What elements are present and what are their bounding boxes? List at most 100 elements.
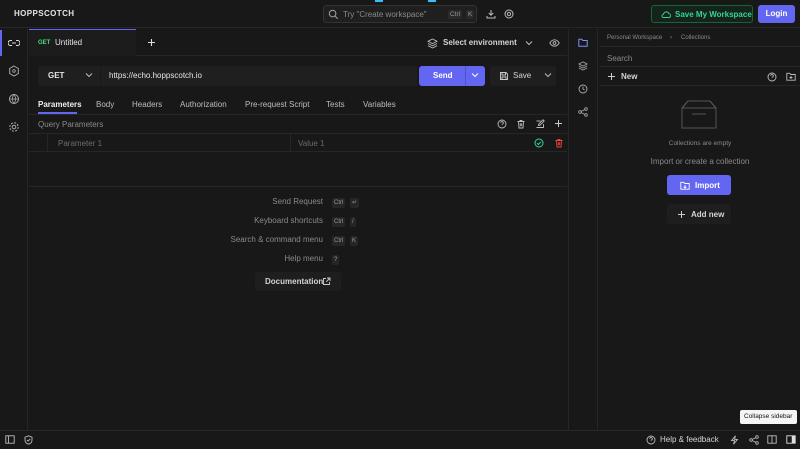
plus-icon xyxy=(607,72,616,81)
save-options-chevron-icon[interactable] xyxy=(544,72,552,78)
tab-tests[interactable]: Tests xyxy=(326,100,345,109)
documentation-label: Documentation xyxy=(265,277,324,286)
share-icon[interactable] xyxy=(749,435,759,445)
search-placeholder: Try "Create workspace" xyxy=(343,10,427,19)
empty-state-hint: Import or create a collection xyxy=(650,157,750,166)
shortcut-label: Keyboard shortcuts xyxy=(254,216,323,225)
add-new-label: Add new xyxy=(691,210,725,219)
query-parameters-title: Query Parameters xyxy=(38,120,104,129)
help-circle-icon[interactable] xyxy=(767,72,777,82)
param-key-input[interactable]: Parameter 1 xyxy=(58,139,102,148)
method-value: GET xyxy=(48,71,65,80)
help-feedback-button[interactable]: Help & feedback xyxy=(660,435,719,444)
tab-method-badge: GET xyxy=(38,40,51,46)
param-value-input[interactable]: Value 1 xyxy=(298,139,325,148)
shortcut-key: Ctrl xyxy=(448,10,463,19)
chevron-down-icon xyxy=(85,72,93,78)
save-disk-icon xyxy=(499,71,509,81)
new-tab-plus-icon[interactable] xyxy=(147,38,156,47)
send-options-chevron-icon[interactable] xyxy=(471,72,479,78)
sidebar-toggle-icon[interactable] xyxy=(5,435,15,444)
delete-param-trash-icon[interactable] xyxy=(554,138,564,148)
tab-authorization[interactable]: Authorization xyxy=(180,100,227,109)
send-label: Send xyxy=(433,71,453,80)
empty-state-label: Collections are empty xyxy=(668,140,732,147)
import-label: Import xyxy=(695,181,720,190)
send-divider xyxy=(465,66,466,86)
check-circle-icon[interactable] xyxy=(534,138,544,148)
shortcut-label: Help menu xyxy=(284,254,323,263)
divider xyxy=(599,85,800,86)
shortcut-label: Search & command menu xyxy=(230,235,324,244)
chevron-down-icon[interactable] xyxy=(525,40,533,46)
breadcrumb-separator: › xyxy=(670,35,672,41)
shortcut-key: K xyxy=(466,10,475,19)
tab-title: Untitled xyxy=(55,38,83,47)
download-icon[interactable] xyxy=(486,9,496,19)
graphql-icon[interactable] xyxy=(8,65,20,77)
param-row-divider xyxy=(47,134,48,151)
support-icon[interactable] xyxy=(504,9,514,19)
tab-variables[interactable]: Variables xyxy=(363,100,396,109)
collections-search-input[interactable]: Search xyxy=(607,54,632,63)
trash-icon[interactable] xyxy=(516,119,526,129)
split-layout-icon[interactable] xyxy=(767,435,777,444)
eye-icon[interactable] xyxy=(549,39,560,47)
folder-download-icon xyxy=(680,181,690,190)
tooltip-label: Collapse sidebar xyxy=(744,413,793,420)
share-icon[interactable] xyxy=(578,107,588,117)
search-icon xyxy=(328,9,339,20)
rail-active-indicator xyxy=(0,30,2,56)
tab-pre-request-script[interactable]: Pre-request Script xyxy=(245,100,309,109)
shield-icon[interactable] xyxy=(24,435,33,445)
breadcrumb-workspace[interactable]: Personal Workspace xyxy=(607,35,662,41)
shortcut-key: ? xyxy=(332,255,340,265)
history-clock-icon[interactable] xyxy=(578,84,588,94)
tabs-divider xyxy=(29,114,567,115)
login-button[interactable]: Login xyxy=(758,5,795,23)
bulk-edit-icon[interactable] xyxy=(535,119,545,129)
empty-box-illustration xyxy=(678,98,720,132)
folder-import-icon[interactable] xyxy=(786,72,796,81)
shortcut-label: Send Request xyxy=(272,197,323,206)
environments-layers-icon[interactable] xyxy=(578,61,588,71)
settings-gear-icon[interactable] xyxy=(8,121,20,133)
external-link-icon xyxy=(322,277,331,286)
collapse-sidebar-icon[interactable] xyxy=(786,435,796,444)
lightning-icon[interactable] xyxy=(730,435,739,445)
layers-icon xyxy=(427,38,438,49)
plus-icon xyxy=(677,210,686,219)
section-divider xyxy=(29,186,567,187)
rest-icon[interactable] xyxy=(8,38,20,48)
save-label: Save xyxy=(513,71,532,80)
new-collection-button[interactable]: New xyxy=(621,72,637,81)
param-row-divider xyxy=(290,134,291,151)
save-workspace-button[interactable]: Save My Workspace xyxy=(651,5,753,23)
shortcut-key: Ctrl xyxy=(332,236,346,246)
cloud-upload-icon xyxy=(661,11,671,18)
tab-body[interactable]: Body xyxy=(96,100,114,109)
app-logo[interactable]: HOPPSCOTCH xyxy=(14,9,74,18)
shortcut-key: / xyxy=(350,217,356,227)
shortcut-key: K xyxy=(350,236,359,246)
left-nav-rail xyxy=(0,29,28,430)
add-param-plus-icon[interactable] xyxy=(554,119,563,128)
shortcut-key: Ctrl xyxy=(332,198,346,208)
top-indicator xyxy=(428,0,436,2)
tab-parameters[interactable]: Parameters xyxy=(38,100,82,109)
tab-headers[interactable]: Headers xyxy=(132,100,162,109)
active-tab-underline xyxy=(38,112,77,114)
environment-selector[interactable]: Select environment xyxy=(443,38,517,47)
top-indicator xyxy=(375,0,383,2)
shortcut-key: Ctrl xyxy=(332,217,346,227)
help-circle-icon[interactable] xyxy=(497,119,507,129)
collections-panel xyxy=(599,29,800,430)
save-workspace-label: Save My Workspace xyxy=(675,10,752,19)
help-circle-icon xyxy=(646,435,656,445)
breadcrumb-collections: Collections xyxy=(681,35,711,41)
search-input[interactable]: Try "Create workspace" Ctrl K xyxy=(323,5,477,23)
realtime-globe-icon[interactable] xyxy=(8,93,20,105)
shortcut-key: ↵ xyxy=(350,198,360,208)
collections-folder-icon[interactable] xyxy=(578,38,588,47)
url-value: https://echo.hoppscotch.io xyxy=(109,71,202,80)
